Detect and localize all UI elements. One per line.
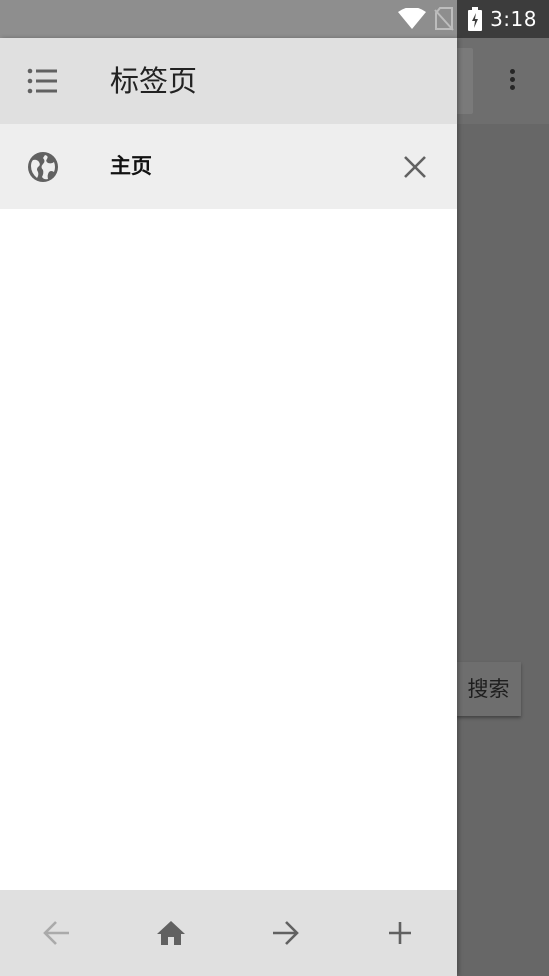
battery-charging-icon	[468, 7, 483, 31]
drawer-title: 标签页	[110, 64, 198, 98]
no-sim-icon	[434, 7, 454, 31]
tab-item[interactable]: 主页	[0, 124, 457, 209]
globe-icon	[27, 151, 59, 183]
list-icon[interactable]	[26, 66, 58, 96]
status-bar: 3:18	[0, 0, 549, 38]
bottom-nav-bar	[0, 890, 457, 976]
close-icon[interactable]	[400, 152, 430, 182]
forward-arrow-icon[interactable]	[270, 918, 300, 948]
more-vert-icon	[505, 66, 519, 96]
tabs-drawer: 标签页 主页	[0, 38, 457, 976]
add-icon[interactable]	[385, 918, 415, 948]
background-search-button: 搜索	[456, 662, 521, 716]
wifi-icon	[398, 8, 427, 30]
drawer-header: 标签页	[0, 38, 457, 124]
back-arrow-icon[interactable]	[42, 918, 72, 948]
tab-title: 主页	[110, 154, 152, 178]
status-time: 3:18	[490, 7, 537, 31]
home-icon[interactable]	[156, 918, 186, 948]
